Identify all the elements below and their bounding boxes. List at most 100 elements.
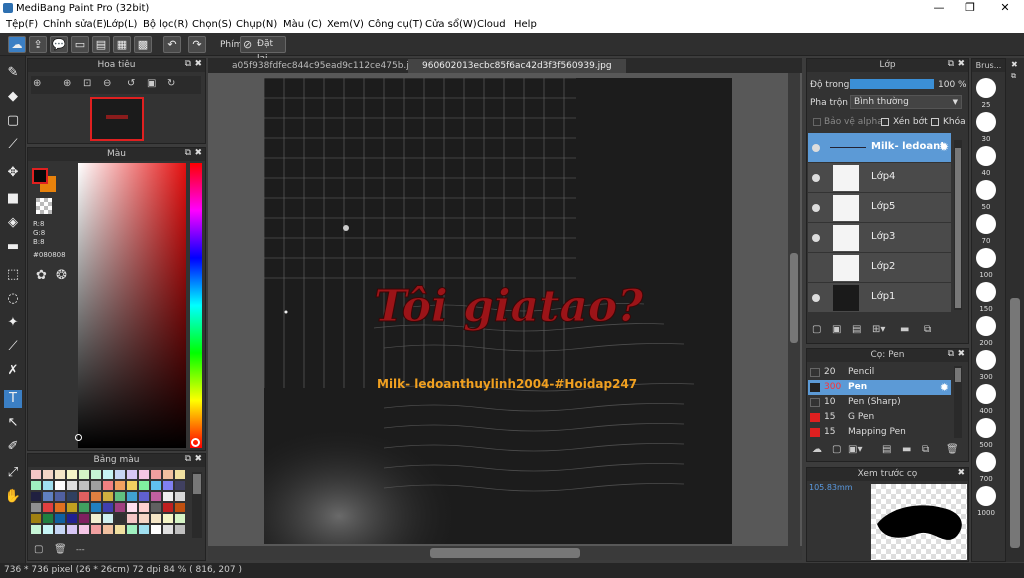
brush-size-dot[interactable] bbox=[976, 78, 996, 98]
palette-swatch[interactable] bbox=[115, 470, 125, 479]
lock-checkbox[interactable] bbox=[931, 118, 939, 126]
palette-swatch[interactable] bbox=[163, 514, 173, 523]
palette-swatch[interactable] bbox=[103, 525, 113, 534]
hue-slider-handle[interactable] bbox=[191, 438, 200, 447]
brush-size-scroll-thumb[interactable] bbox=[1010, 298, 1020, 548]
fill-rect-tool-icon[interactable]: ■ bbox=[4, 190, 22, 208]
palette-swatch[interactable] bbox=[67, 503, 77, 512]
color-picker-icon[interactable]: ❂ bbox=[56, 268, 67, 283]
grid-icon[interactable]: ▩ bbox=[134, 36, 152, 53]
close-panel-icon[interactable]: ✖ bbox=[957, 59, 965, 69]
artwork-canvas[interactable]: Tôi giatao? Milk- ledoanthuylinh2004-#Ho… bbox=[264, 78, 732, 544]
brush-scrollbar[interactable] bbox=[954, 366, 962, 438]
select-rect-icon[interactable]: ⬚ bbox=[4, 266, 22, 284]
redo-button[interactable]: ↷ bbox=[188, 36, 206, 53]
palette-swatch[interactable] bbox=[115, 492, 125, 501]
color-picker-cursor[interactable] bbox=[75, 434, 82, 441]
palette-swatch[interactable] bbox=[175, 503, 185, 512]
horizontal-scroll-thumb[interactable] bbox=[430, 548, 580, 558]
layer-row[interactable]: Milk- ledoant ✹ bbox=[808, 133, 951, 163]
new-brush-icon[interactable]: ▢ bbox=[832, 444, 841, 455]
menu-tools[interactable]: Công cụ(T) bbox=[368, 19, 423, 30]
close-button[interactable]: ✕ bbox=[990, 1, 1020, 14]
close-panel-icon[interactable]: ✖ bbox=[1011, 60, 1018, 69]
duplicate-layer-icon[interactable]: ⧉ bbox=[924, 324, 931, 335]
palette-swatch[interactable] bbox=[139, 481, 149, 490]
menu-cloud[interactable]: Cloud bbox=[477, 19, 506, 30]
palette-swatch[interactable] bbox=[175, 481, 185, 490]
hand-tool-icon[interactable]: ✋ bbox=[4, 488, 22, 506]
palette-swatch[interactable] bbox=[103, 503, 113, 512]
menu-capture[interactable]: Chụp(N) bbox=[236, 19, 277, 30]
comment-icon[interactable]: ▭ bbox=[71, 36, 89, 53]
dot-tool-icon[interactable]: ▢ bbox=[4, 112, 22, 130]
palette-swatch[interactable] bbox=[139, 470, 149, 479]
palette-swatch[interactable] bbox=[55, 503, 65, 512]
share-icon[interactable]: ⇪ bbox=[29, 36, 47, 53]
palette-swatch[interactable] bbox=[55, 470, 65, 479]
palette-swatch[interactable] bbox=[31, 470, 41, 479]
brush-size-dot[interactable] bbox=[976, 486, 996, 506]
brush-item[interactable]: 15 Mapping Pen bbox=[808, 425, 951, 440]
palette-swatch[interactable] bbox=[115, 503, 125, 512]
reset-button[interactable]: ⊘ Đặt lại bbox=[240, 36, 286, 64]
navigator-thumbnail[interactable] bbox=[90, 97, 144, 141]
palette-swatch[interactable] bbox=[151, 481, 161, 490]
layer-row[interactable]: Lớp3 bbox=[808, 223, 951, 253]
fit-window-icon[interactable]: ⊡ bbox=[83, 78, 91, 89]
palette-swatch[interactable] bbox=[55, 492, 65, 501]
brush-size-dot[interactable] bbox=[976, 384, 996, 404]
cloud-icon[interactable]: ☁ bbox=[8, 36, 26, 53]
palette-swatch[interactable] bbox=[139, 492, 149, 501]
visibility-icon[interactable] bbox=[812, 204, 820, 212]
page-icon[interactable]: ▤ bbox=[92, 36, 110, 53]
palette-swatch[interactable] bbox=[67, 470, 77, 479]
palette-swatch[interactable] bbox=[91, 503, 101, 512]
delete-brush-icon[interactable]: 🗑 bbox=[946, 444, 959, 455]
palette-swatch[interactable] bbox=[79, 492, 89, 501]
palette-swatch-grid[interactable] bbox=[30, 469, 190, 539]
hue-slider[interactable] bbox=[190, 163, 202, 448]
palette-swatch[interactable] bbox=[175, 492, 185, 501]
cloud-brush-icon[interactable]: ☁ bbox=[812, 444, 822, 455]
palette-swatch[interactable] bbox=[43, 525, 53, 534]
layer-scroll-thumb[interactable] bbox=[955, 148, 961, 308]
popout-icon[interactable]: ⧉ bbox=[185, 59, 191, 69]
folder-icon[interactable]: ▬ bbox=[900, 324, 909, 335]
palette-swatch[interactable] bbox=[55, 514, 65, 523]
protect-alpha-checkbox[interactable] bbox=[813, 118, 821, 126]
palette-swatch[interactable] bbox=[43, 470, 53, 479]
palette-swatch[interactable] bbox=[127, 525, 137, 534]
brush-item[interactable]: 10 Pen (Sharp) bbox=[808, 395, 951, 410]
popout-icon[interactable]: ⧉ bbox=[948, 59, 954, 69]
layer-row[interactable]: Lớp1 bbox=[808, 283, 951, 313]
palette-swatch[interactable] bbox=[43, 481, 53, 490]
line-tool-icon[interactable]: ⟋ bbox=[4, 136, 22, 154]
brush-folder-icon[interactable]: ▬ bbox=[902, 444, 911, 455]
maximize-button[interactable]: ❐ bbox=[955, 1, 985, 14]
popout-icon[interactable]: ⧉ bbox=[185, 454, 191, 464]
select-eraser-icon[interactable]: ✗ bbox=[4, 362, 22, 380]
palette-swatch[interactable] bbox=[43, 503, 53, 512]
new-layer-icon[interactable]: ▢ bbox=[812, 324, 821, 335]
palette-swatch[interactable] bbox=[175, 525, 185, 534]
menu-color[interactable]: Màu (C) bbox=[283, 19, 322, 30]
palette-swatch[interactable] bbox=[103, 492, 113, 501]
palette-swatch[interactable] bbox=[79, 525, 89, 534]
clipping-checkbox[interactable] bbox=[881, 118, 889, 126]
palette-swatch[interactable] bbox=[163, 470, 173, 479]
brush-item[interactable]: 15 G Pen bbox=[808, 410, 951, 425]
palette-swatch[interactable] bbox=[79, 503, 89, 512]
menu-view[interactable]: Xem(V) bbox=[327, 19, 364, 30]
brush-scroll-thumb[interactable] bbox=[955, 368, 961, 382]
palette-swatch[interactable] bbox=[91, 470, 101, 479]
close-panel-icon[interactable]: ✖ bbox=[194, 148, 202, 158]
brush-size-dot[interactable] bbox=[976, 316, 996, 336]
palette-swatch[interactable] bbox=[67, 481, 77, 490]
new-8bit-layer-icon[interactable]: ▤ bbox=[852, 324, 861, 335]
visibility-icon[interactable] bbox=[812, 174, 820, 182]
close-panel-icon[interactable]: ✖ bbox=[194, 454, 202, 464]
minimize-button[interactable]: — bbox=[924, 1, 954, 14]
menu-select[interactable]: Chọn(S) bbox=[192, 19, 232, 30]
gradient-tool-icon[interactable]: ▬ bbox=[4, 238, 22, 256]
